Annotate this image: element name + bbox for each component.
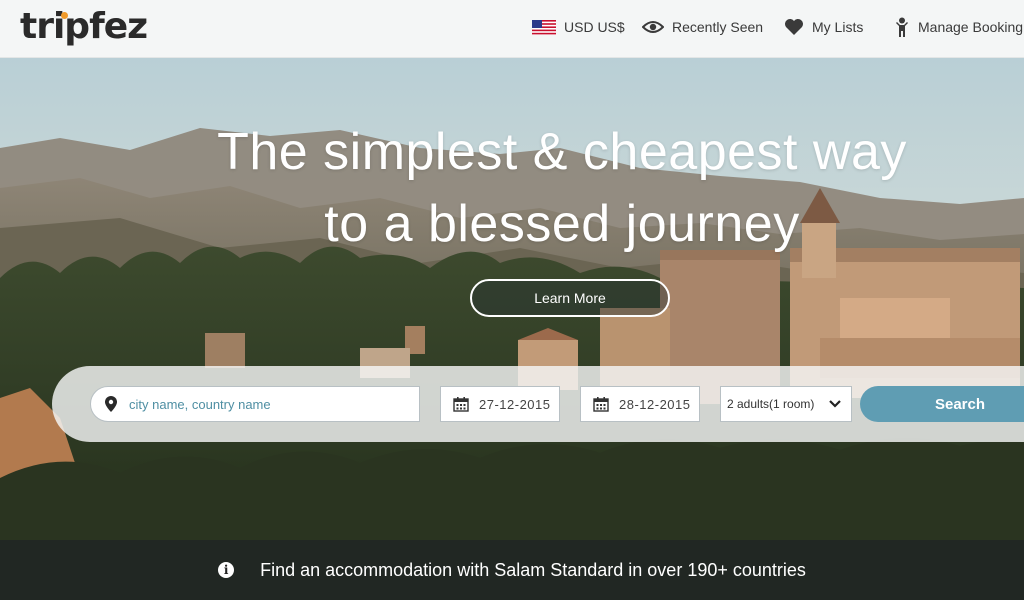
search-button[interactable]: Search [860,386,1024,422]
manage-booking-link[interactable]: Manage Booking [894,14,1023,40]
chevron-down-icon [829,400,841,408]
calendar-icon [593,397,609,412]
my-lists-label: My Lists [812,19,864,35]
destination-input[interactable]: city name, country name [90,386,420,422]
tripfez-logo[interactable]: tripfez [20,6,148,47]
check-out-date: 28-12-2015 [619,396,691,412]
hero-headline-line-2: to a blessed journey [324,195,800,253]
us-flag-icon [532,19,556,35]
guests-rooms-select[interactable]: 2 adults(1 room) [720,386,852,422]
map-pin-icon [105,396,117,412]
hero-section: The simplest & cheapest way to a blessed… [0,58,1024,600]
person-icon [896,17,908,37]
my-lists-link[interactable]: My Lists [784,14,863,40]
heart-icon [785,19,803,35]
check-in-date-field[interactable]: 27-12-2015 [440,386,560,422]
check-in-date: 27-12-2015 [479,396,551,412]
check-out-date-field[interactable]: 28-12-2015 [580,386,700,422]
calendar-icon [453,397,469,412]
info-banner: i Find an accommodation with Salam Stand… [0,540,1024,600]
hero-headline-line-1: The simplest & cheapest way [217,123,907,181]
recently-seen-label: Recently Seen [672,19,764,35]
info-icon: i [218,562,235,578]
learn-more-button[interactable]: Learn More [470,279,670,317]
currency-label: USD US$ [564,19,625,35]
top-navigation-bar: tripfez USD US$ Recently Seen My Lists M… [0,0,1024,58]
logo-dot [61,12,68,19]
recently-seen-link[interactable]: Recently Seen [642,14,763,40]
info-banner-text: Find an accommodation with Salam Standar… [260,559,806,580]
destination-placeholder: city name, country name [129,396,271,412]
currency-selector[interactable]: USD US$ [532,14,625,40]
eye-icon [642,21,664,33]
logo-text: tripfez [20,6,148,47]
manage-booking-label: Manage Booking [918,19,1024,35]
search-panel: city name, country name 27-12-2015 28-12… [52,366,1024,442]
guests-value: 2 adults(1 room) [727,397,815,411]
